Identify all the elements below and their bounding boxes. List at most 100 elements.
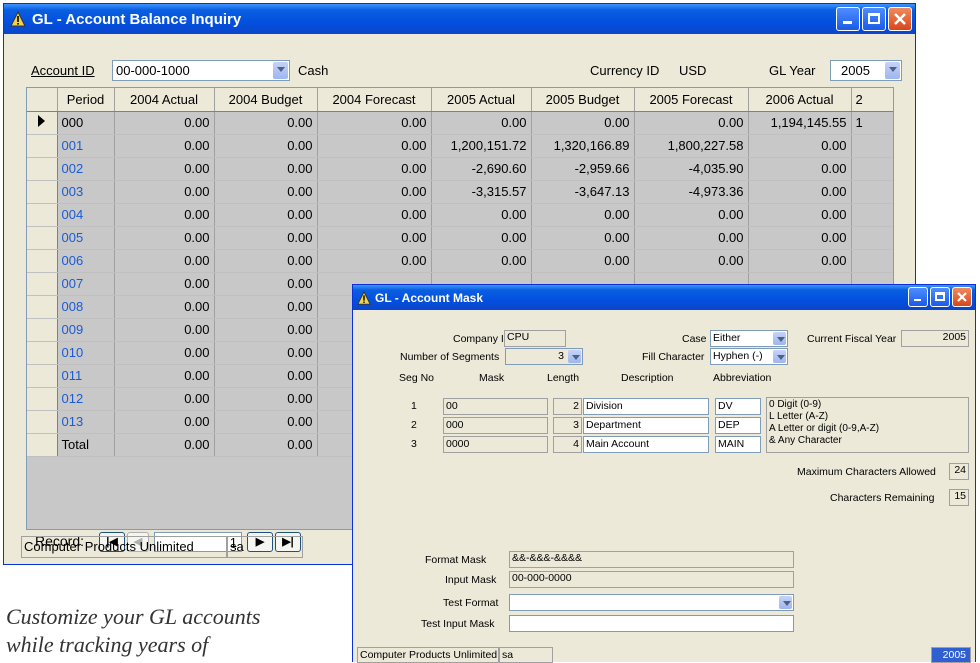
column-header[interactable]: 2004 Actual: [114, 88, 215, 112]
value-cell[interactable]: 0.00: [317, 180, 432, 204]
value-cell[interactable]: 0.00: [214, 433, 318, 457]
value-cell[interactable]: 0.00: [531, 249, 635, 273]
value-cell[interactable]: -4,035.90: [634, 157, 749, 181]
segment-description-field[interactable]: Division: [583, 398, 709, 415]
value-cell[interactable]: -4,973.36: [634, 180, 749, 204]
value-cell[interactable]: 1,800,227.58: [634, 134, 749, 158]
value-cell[interactable]: 0.00: [214, 341, 318, 365]
value-cell[interactable]: 0.00: [214, 295, 318, 319]
column-header[interactable]: 2006 Actual: [748, 88, 852, 112]
value-cell[interactable]: 0.00: [531, 111, 635, 135]
value-cell[interactable]: -2,959.66: [531, 157, 635, 181]
main-title-bar[interactable]: GL - Account Balance Inquiry: [4, 4, 915, 34]
value-cell[interactable]: 0.00: [431, 111, 532, 135]
segment-description-field[interactable]: Main Account: [583, 436, 709, 453]
value-cell[interactable]: 0.00: [214, 387, 318, 411]
period-cell[interactable]: 000: [57, 111, 115, 135]
value-cell[interactable]: 0.00: [114, 249, 215, 273]
value-cell[interactable]: 0.00: [431, 226, 532, 250]
value-cell[interactable]: 0.00: [634, 203, 749, 227]
value-cell[interactable]: 0.00: [214, 157, 318, 181]
row-selector[interactable]: [27, 410, 58, 434]
account-id-dropdown[interactable]: 00-000-1000: [112, 60, 290, 81]
period-cell[interactable]: 005: [57, 226, 115, 250]
period-cell[interactable]: 012: [57, 387, 115, 411]
value-cell[interactable]: -2,690.60: [431, 157, 532, 181]
row-selector[interactable]: [27, 341, 58, 365]
value-cell[interactable]: 0.00: [431, 249, 532, 273]
value-cell[interactable]: 0.00: [114, 180, 215, 204]
period-cell[interactable]: Total: [57, 433, 115, 457]
column-header[interactable]: 2004 Forecast: [317, 88, 432, 112]
segments-dropdown[interactable]: 3: [505, 348, 583, 365]
segment-abbreviation-field[interactable]: MAIN: [715, 436, 761, 453]
column-header[interactable]: 2: [851, 88, 893, 112]
value-cell[interactable]: -3,315.57: [431, 180, 532, 204]
row-selector[interactable]: [27, 226, 58, 250]
column-header[interactable]: 2005 Actual: [431, 88, 532, 112]
value-cell[interactable]: 0.00: [114, 433, 215, 457]
period-cell[interactable]: 007: [57, 272, 115, 296]
period-cell[interactable]: 004: [57, 203, 115, 227]
table-row[interactable]: 004 0.00 0.00 0.00 0.00 0.00 0.00 0.00: [27, 203, 893, 227]
test-format-chevron-down-icon[interactable]: [779, 596, 792, 609]
test-format-dropdown[interactable]: [509, 594, 794, 611]
column-header[interactable]: Period: [57, 88, 115, 112]
value-cell[interactable]: 0.00: [114, 111, 215, 135]
value-cell[interactable]: 0.00: [114, 157, 215, 181]
value-cell[interactable]: 0.00: [431, 203, 532, 227]
value-cell[interactable]: 0.00: [634, 111, 749, 135]
value-cell[interactable]: 1,320,166.89: [531, 134, 635, 158]
value-cell[interactable]: 0.00: [748, 180, 852, 204]
value-cell[interactable]: [851, 226, 893, 250]
value-cell[interactable]: 0.00: [317, 203, 432, 227]
case-dropdown[interactable]: Either: [710, 330, 788, 347]
segments-chevron-down-icon[interactable]: [568, 350, 581, 363]
value-cell[interactable]: 0.00: [748, 134, 852, 158]
table-row[interactable]: 002 0.00 0.00 0.00 -2,690.60 -2,959.66 -4,035.…: [27, 157, 893, 181]
row-selector[interactable]: [27, 387, 58, 411]
period-cell[interactable]: 006: [57, 249, 115, 273]
mask-minimize-button[interactable]: [908, 287, 928, 307]
period-cell[interactable]: 009: [57, 318, 115, 342]
value-cell[interactable]: 0.00: [748, 203, 852, 227]
segment-abbreviation-field[interactable]: DEP: [715, 417, 761, 434]
value-cell[interactable]: 0.00: [214, 272, 318, 296]
row-selector[interactable]: [27, 134, 58, 158]
value-cell[interactable]: 0.00: [748, 157, 852, 181]
mask-maximize-button[interactable]: [930, 287, 950, 307]
value-cell[interactable]: [851, 157, 893, 181]
row-selector[interactable]: [27, 318, 58, 342]
row-selector[interactable]: [27, 203, 58, 227]
value-cell[interactable]: 0.00: [114, 364, 215, 388]
value-cell[interactable]: 0.00: [531, 203, 635, 227]
period-cell[interactable]: 010: [57, 341, 115, 365]
table-row[interactable]: 001 0.00 0.00 0.00 1,200,151.72 1,320,166.89 1…: [27, 134, 893, 158]
table-row[interactable]: 003 0.00 0.00 0.00 -3,315.57 -3,647.13 -4,973.…: [27, 180, 893, 204]
value-cell[interactable]: 0.00: [748, 226, 852, 250]
value-cell[interactable]: 0.00: [214, 180, 318, 204]
value-cell[interactable]: 0.00: [317, 111, 432, 135]
minimize-button[interactable]: [836, 7, 860, 31]
maximize-button[interactable]: [862, 7, 886, 31]
period-cell[interactable]: 011: [57, 364, 115, 388]
value-cell[interactable]: 0.00: [114, 134, 215, 158]
column-header[interactable]: 2005 Budget: [531, 88, 635, 112]
row-selector[interactable]: [27, 364, 58, 388]
period-cell[interactable]: 002: [57, 157, 115, 181]
value-cell[interactable]: 0.00: [634, 226, 749, 250]
value-cell[interactable]: 0.00: [214, 226, 318, 250]
value-cell[interactable]: 0.00: [114, 341, 215, 365]
row-selector[interactable]: [27, 111, 58, 135]
table-row[interactable]: 000 0.00 0.00 0.00 0.00 0.00 0.00 1,194,145.55 1: [27, 111, 893, 135]
value-cell[interactable]: 0.00: [214, 203, 318, 227]
value-cell[interactable]: [851, 249, 893, 273]
value-cell[interactable]: 0.00: [317, 226, 432, 250]
value-cell[interactable]: 0.00: [114, 410, 215, 434]
value-cell[interactable]: 0.00: [114, 295, 215, 319]
value-cell[interactable]: 1,194,145.55: [748, 111, 852, 135]
value-cell[interactable]: 0.00: [214, 318, 318, 342]
period-cell[interactable]: 008: [57, 295, 115, 319]
segment-description-field[interactable]: Department: [583, 417, 709, 434]
value-cell[interactable]: 0.00: [748, 249, 852, 273]
